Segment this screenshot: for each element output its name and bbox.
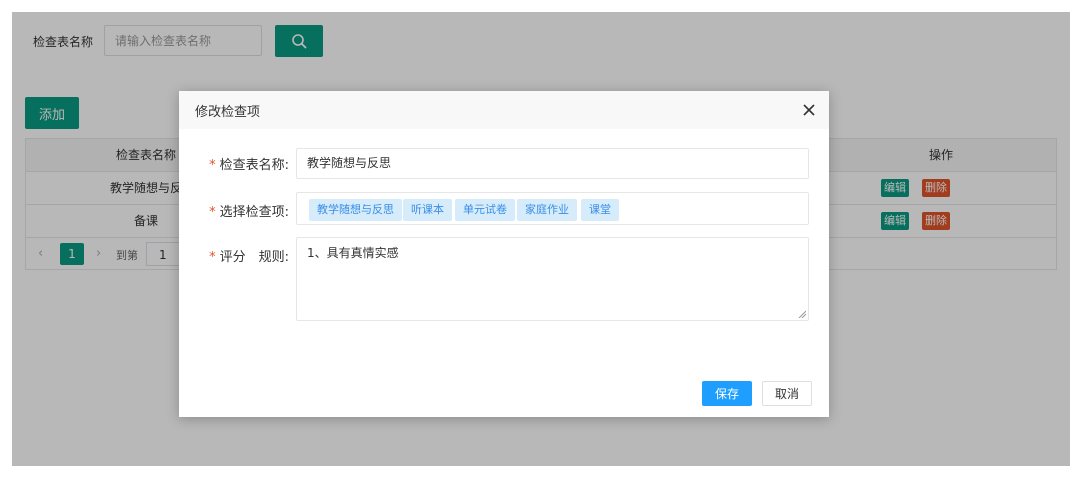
check-item-tag[interactable]: 听课本: [403, 199, 452, 221]
dialog-title: 修改检查项: [195, 105, 261, 120]
required-mark: *: [209, 250, 216, 265]
check-items-selector[interactable]: 教学随想与反思 听课本 单元试卷 家庭作业 课堂: [296, 192, 809, 225]
check-item-tag[interactable]: 课堂: [581, 199, 619, 221]
items-field-label: * 选择检查项:: [209, 205, 289, 220]
required-mark: *: [209, 158, 216, 173]
check-item-tag[interactable]: 家庭作业: [517, 199, 577, 221]
save-button[interactable]: 保存: [702, 381, 752, 406]
close-icon[interactable]: [801, 102, 817, 118]
scoring-rule-textarea[interactable]: 1、具有真情实感: [296, 237, 809, 321]
check-item-tag[interactable]: 教学随想与反思: [309, 199, 402, 221]
rule-text: 1、具有真情实感: [307, 246, 399, 260]
rule-field-label: * 评分 规则:: [209, 250, 289, 265]
cancel-button[interactable]: 取消: [762, 381, 812, 406]
dialog-header: 修改检查项: [179, 91, 829, 129]
checklist-name-input[interactable]: 教学随想与反思: [296, 148, 809, 179]
edit-dialog: 修改检查项 * 检查表名称: 教学随想与反思 * 选择检查项: 教学随想与反思 听课…: [179, 91, 829, 417]
check-item-tag[interactable]: 单元试卷: [455, 199, 515, 221]
name-field-label: * 检查表名称:: [209, 158, 289, 173]
resize-handle-icon[interactable]: [798, 310, 806, 318]
required-mark: *: [209, 205, 216, 220]
